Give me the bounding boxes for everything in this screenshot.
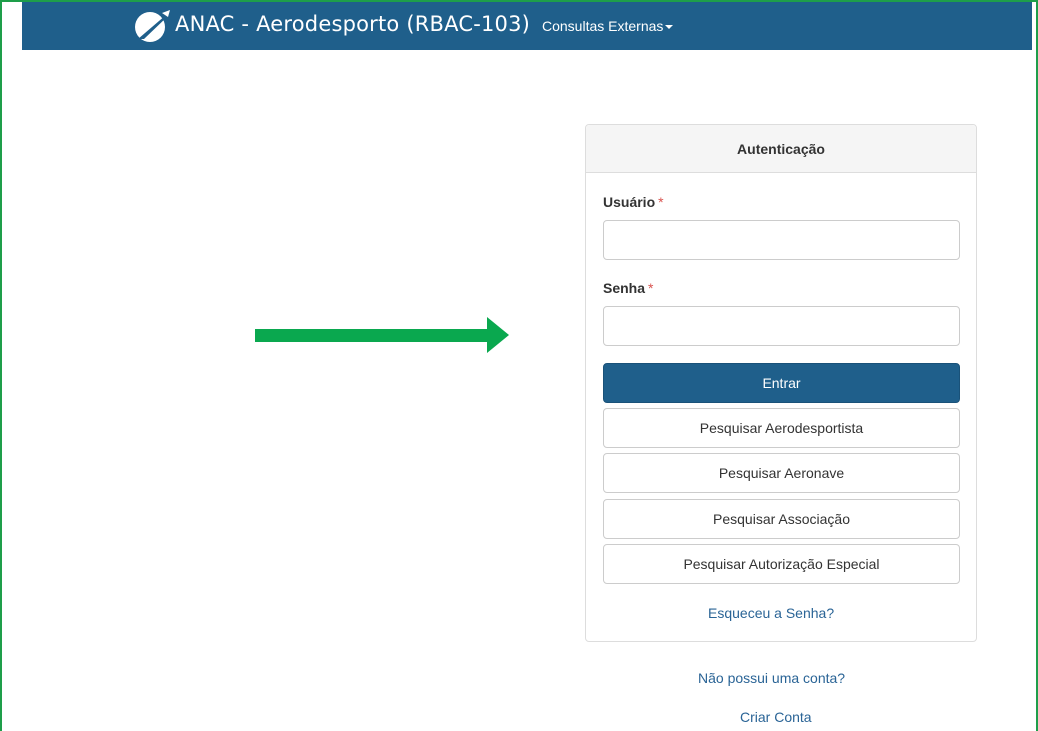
user-label-text: Usuário — [603, 194, 656, 210]
search-aerodesportista-button[interactable]: Pesquisar Aerodesportista — [603, 408, 960, 448]
brand-title[interactable]: ANAC - Aerodesporto (RBAC-103) — [175, 12, 530, 36]
password-input[interactable] — [603, 306, 960, 346]
authentication-panel: Autenticação Usuário * Senha * Entrar Pesq… — [585, 124, 977, 642]
login-button[interactable]: Entrar — [603, 363, 960, 403]
caret-down-icon — [665, 25, 674, 30]
navbar: ANAC - Aerodesporto (RBAC-103) Consultas… — [22, 2, 1032, 50]
password-label: Senha * — [603, 280, 653, 296]
search-aeronave-button[interactable]: Pesquisar Aeronave — [603, 453, 960, 493]
airplane-logo-icon[interactable] — [132, 9, 172, 43]
create-account-link[interactable]: Criar Conta — [740, 709, 812, 725]
search-associacao-button[interactable]: Pesquisar Associação — [603, 499, 960, 539]
required-mark: * — [658, 194, 664, 210]
search-autorizacao-especial-button[interactable]: Pesquisar Autorização Especial — [603, 544, 960, 584]
username-input[interactable] — [603, 220, 960, 260]
consultas-externas-label: Consultas Externas — [542, 18, 664, 34]
consultas-externas-menu[interactable]: Consultas Externas — [542, 18, 674, 34]
panel-heading: Autenticação — [586, 125, 976, 173]
user-label: Usuário * — [603, 194, 664, 210]
forgot-password-link[interactable]: Esqueceu a Senha? — [708, 605, 834, 621]
required-mark: * — [648, 280, 654, 296]
green-arrow-right-icon — [255, 317, 509, 353]
password-label-text: Senha — [603, 280, 646, 296]
no-account-link[interactable]: Não possui uma conta? — [698, 670, 845, 686]
